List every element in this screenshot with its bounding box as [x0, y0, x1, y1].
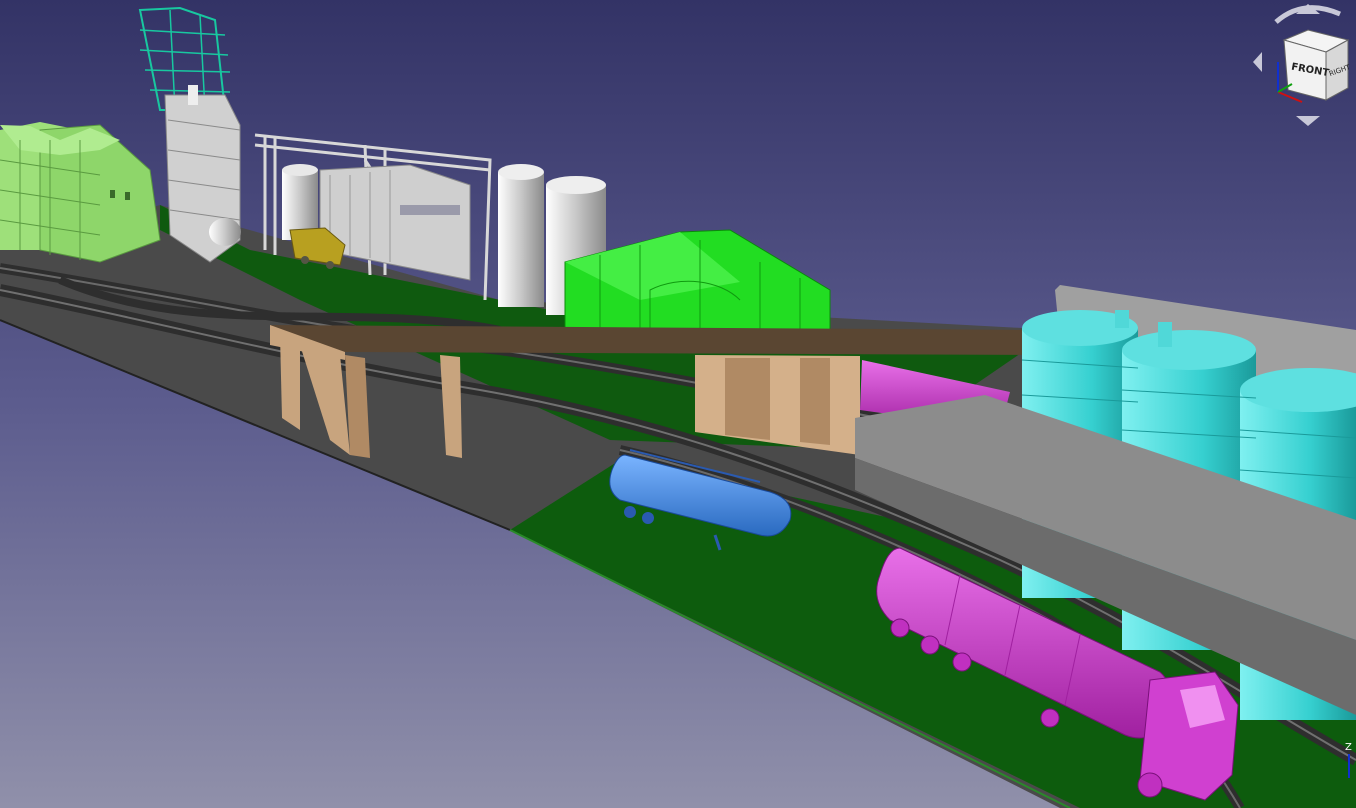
navigation-cube[interactable]: FRONT RIGHT — [1248, 0, 1356, 130]
axis-z-label: Z — [1345, 742, 1352, 753]
3d-viewport[interactable]: FRONT RIGHT Z — [0, 0, 1356, 808]
pan-left-arrow-icon — [1253, 52, 1262, 72]
pan-down-arrow-icon — [1296, 116, 1320, 126]
scene-canvas[interactable] — [0, 0, 1356, 808]
corner-axis-indicator: Z — [1343, 738, 1356, 808]
axis-x-line — [1277, 91, 1303, 103]
